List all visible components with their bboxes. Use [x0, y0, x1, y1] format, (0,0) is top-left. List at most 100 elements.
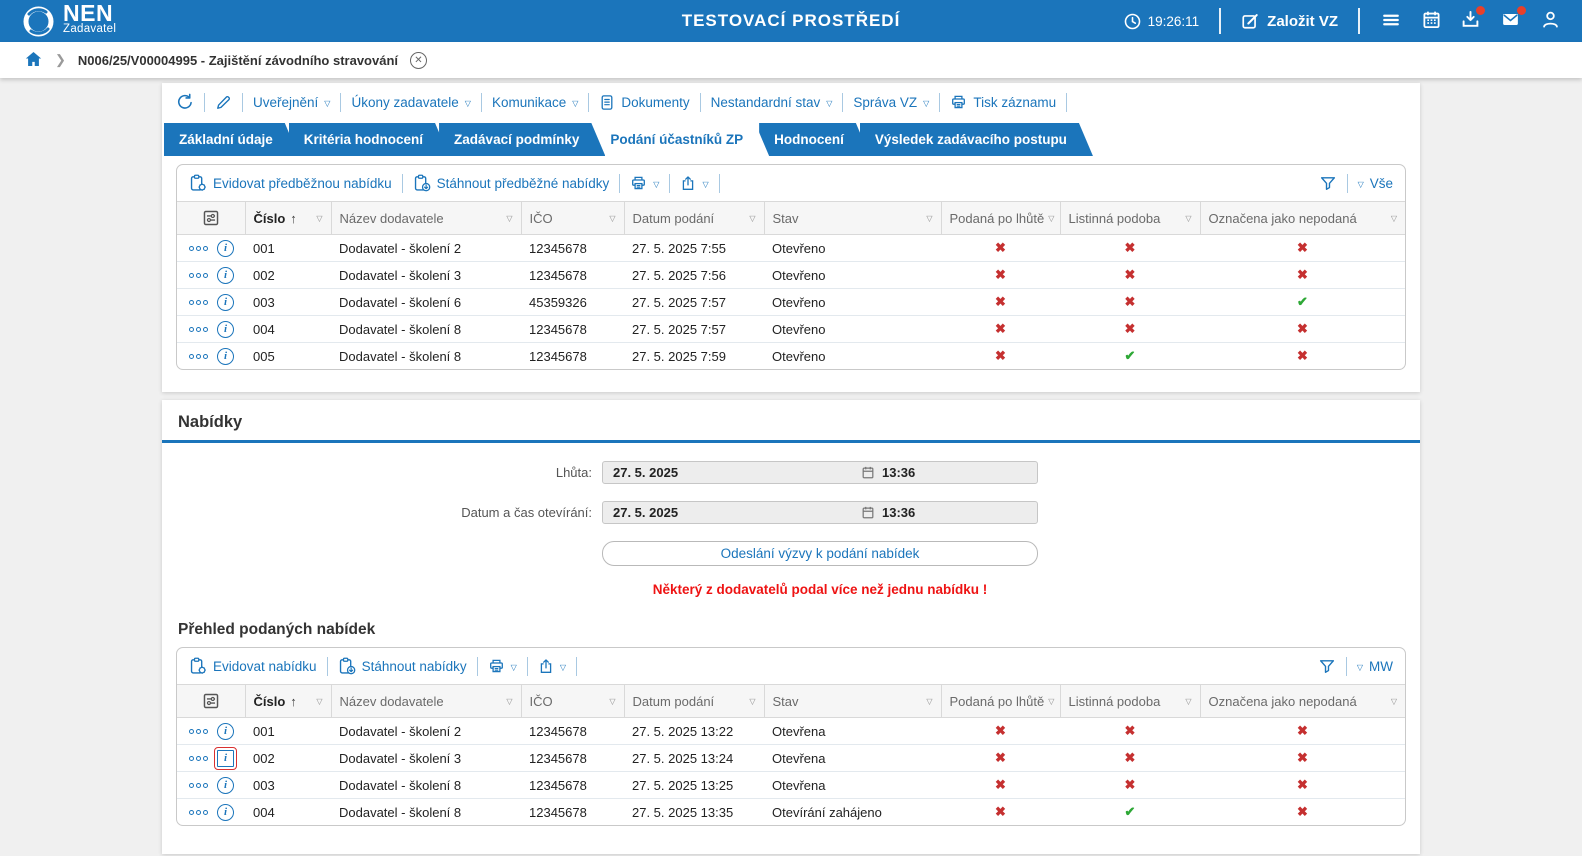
table-toolbar-evidovat-nabidku[interactable]: Evidovat nabídku — [189, 655, 317, 677]
refresh-button[interactable] — [176, 91, 194, 113]
row-menu-button[interactable] — [189, 755, 208, 761]
row-info-button[interactable]: i — [217, 293, 234, 311]
menu-button[interactable] — [1380, 11, 1402, 32]
row-menu-button[interactable] — [189, 245, 208, 251]
row-menu-button[interactable] — [189, 353, 208, 359]
row-info-button[interactable]: i — [217, 776, 234, 794]
table-row[interactable]: i 005 Dodavatel - školení 8 12345678 27. 5. … — [177, 343, 1405, 370]
column-header[interactable]: Listinná podoba ▽ — [1060, 684, 1201, 718]
table-row[interactable]: i 004 Dodavatel - školení 8 12345678 27. 5. … — [177, 315, 1405, 343]
column-header[interactable]: Datum podání ▽ — [624, 684, 765, 718]
table-row[interactable]: i 003 Dodavatel - školení 8 12345678 27. 5. … — [177, 771, 1405, 799]
supplier-name: Dodavatel - školení 2 — [331, 234, 521, 262]
row-menu-button[interactable] — [189, 272, 208, 278]
row-actions-cell: i — [177, 288, 245, 316]
table-toolbar-print[interactable]: ▽ — [488, 656, 517, 676]
table-row[interactable]: i 003 Dodavatel - školení 6 45359326 27. 5. … — [177, 288, 1405, 316]
column-header[interactable]: Podaná po lhůtě ▽ — [941, 201, 1061, 235]
messages-button[interactable] — [1500, 6, 1526, 32]
column-header[interactable]: Označena jako nepodaná ▽ — [1200, 201, 1405, 235]
toolbar-item-uverejneni[interactable]: Uveřejnění ▽ — [253, 93, 330, 112]
column-chooser-button[interactable] — [202, 692, 220, 710]
column-header[interactable]: Stav ▽ — [764, 684, 942, 718]
row-info-button[interactable]: i — [217, 722, 234, 740]
column-header[interactable]: Název dodavatele ▽ — [331, 684, 522, 718]
calendar-button[interactable] — [1422, 10, 1441, 32]
column-header[interactable]: Název dodavatele ▽ — [331, 201, 522, 235]
table-toolbar-print[interactable]: ▽ — [630, 173, 659, 193]
table-row[interactable]: i 001 Dodavatel - školení 2 12345678 27. 5. … — [177, 717, 1405, 745]
toolbar-item-ukony-zadavatele[interactable]: Úkony zadavatele ▽ — [351, 93, 470, 112]
profile-button[interactable] — [1541, 10, 1560, 32]
column-header[interactable]: Listinná podoba ▽ — [1060, 201, 1201, 235]
tab-kriteria-hodnoceni[interactable]: Kritéria hodnocení — [289, 123, 449, 156]
view-selector[interactable]: ▽ MW — [1357, 659, 1393, 674]
column-label: Stav — [772, 693, 799, 709]
table-row[interactable]: i 002 Dodavatel - školení 3 12345678 27. 5. … — [177, 744, 1405, 772]
row-menu-button[interactable] — [189, 326, 208, 332]
filter-button[interactable] — [1319, 173, 1337, 194]
row-info-button[interactable]: i — [217, 347, 234, 365]
tab-podani-ucastniku-zp[interactable]: Podání účastníků ZP — [595, 123, 769, 156]
datetime-field-lhuta[interactable]: 27. 5. 2025 13:36 — [602, 461, 1038, 484]
downloads-button[interactable] — [1461, 6, 1485, 32]
column-label: Podaná po lhůtě — [949, 210, 1045, 226]
column-chooser-button[interactable] — [202, 209, 220, 227]
row-actions-cell: i — [177, 717, 245, 745]
dropdown-caret-icon: ▽ — [506, 696, 513, 706]
tab-zakladni-udaje[interactable]: Základní údaje — [164, 123, 299, 156]
row-menu-button[interactable] — [189, 728, 208, 734]
table-toolbar-export[interactable]: ▽ — [538, 656, 566, 677]
edit-button[interactable] — [215, 92, 232, 113]
column-header[interactable]: Stav ▽ — [764, 201, 942, 235]
toolbar-item-komunikace[interactable]: Komunikace ▽ — [492, 93, 578, 112]
dropdown-caret-icon: ▽ — [1048, 696, 1055, 706]
column-header[interactable]: Číslo ↑ ▽ — [245, 684, 332, 718]
datetime-field-datum-cas-otevirani[interactable]: 27. 5. 2025 13:36 — [602, 501, 1038, 524]
row-actions-cell: i — [177, 744, 245, 772]
row-info-button[interactable]: i — [217, 266, 234, 284]
column-header[interactable]: Označena jako nepodaná ▽ — [1200, 684, 1405, 718]
breadcrumb-item[interactable]: N006/25/V00004995 - Zajištění závodního … — [78, 53, 398, 68]
nen-logo[interactable]: NEN Zadavatel — [22, 2, 116, 38]
toolbar-item-nestandardni-stav[interactable]: Nestandardní stav ▽ — [711, 93, 833, 112]
view-selector[interactable]: ▽ Vše — [1358, 176, 1393, 191]
table-toolbar-stahnout-nabidky[interactable]: Stáhnout nabídky — [338, 655, 467, 677]
table-toolbar-export[interactable]: ▽ — [680, 173, 709, 194]
cross-icon: ✖ — [1124, 723, 1136, 738]
procurement-detail-card: Uveřejnění ▽ Úkony zadavatele ▽ Komunikace ▽ D… — [162, 83, 1420, 392]
tab-hodnoceni[interactable]: Hodnocení — [759, 123, 870, 156]
column-header[interactable]: IČO ▽ — [521, 684, 625, 718]
create-vz-button[interactable]: Založit VZ — [1241, 12, 1338, 30]
table-toolbar-stahnout-predbezne-nabidky[interactable]: Stáhnout předběžné nabídky — [413, 172, 609, 194]
toolbar-item-dokumenty[interactable]: Dokumenty — [599, 92, 690, 113]
toolbar-item-tisk-zaznamu[interactable]: Tisk záznamu — [950, 92, 1056, 112]
row-info-button[interactable]: i — [217, 803, 234, 821]
row-info-button[interactable]: i — [217, 239, 234, 257]
column-header[interactable]: Podaná po lhůtě ▽ — [941, 684, 1061, 718]
tab-zadavaci-podminky[interactable]: Zadávací podmínky — [439, 123, 605, 156]
row-info-button[interactable]: i — [217, 320, 234, 338]
paper-form-flag: ✔ — [1060, 799, 1200, 826]
table-row[interactable]: i 001 Dodavatel - školení 2 12345678 27. 5. … — [177, 234, 1405, 262]
send-call-for-tenders-button[interactable]: Odeslání výzvy k podání nabídek — [602, 541, 1038, 566]
row-menu-button[interactable] — [189, 299, 208, 305]
tab-vysledek-zadavaciho-postupu[interactable]: Výsledek zadávacího postupu — [860, 123, 1093, 156]
home-button[interactable] — [24, 50, 43, 71]
paper-form-flag: ✖ — [1060, 717, 1200, 745]
column-chooser-header — [177, 201, 246, 235]
filter-button[interactable] — [1318, 656, 1336, 677]
table-row[interactable]: i 004 Dodavatel - školení 8 12345678 27. 5. … — [177, 799, 1405, 826]
cross-icon: ✖ — [995, 750, 1006, 765]
row-menu-button[interactable] — [189, 782, 208, 788]
row-info-button[interactable]: i — [214, 746, 237, 770]
table-toolbar-evidovat-predbeznou-nabidku[interactable]: Evidovat předběžnou nabídku — [189, 172, 392, 194]
column-header[interactable]: IČO ▽ — [521, 201, 625, 235]
column-header[interactable]: Číslo ↑ ▽ — [245, 201, 332, 235]
table-row[interactable]: i 002 Dodavatel - školení 3 12345678 27. 5. … — [177, 261, 1405, 289]
not-submitted-flag: ✖ — [1200, 261, 1405, 289]
close-tab-button[interactable]: ✕ — [410, 51, 427, 69]
column-header[interactable]: Datum podání ▽ — [624, 201, 765, 235]
row-menu-button[interactable] — [189, 809, 208, 815]
toolbar-item-sprava-vz[interactable]: Správa VZ ▽ — [853, 93, 929, 112]
